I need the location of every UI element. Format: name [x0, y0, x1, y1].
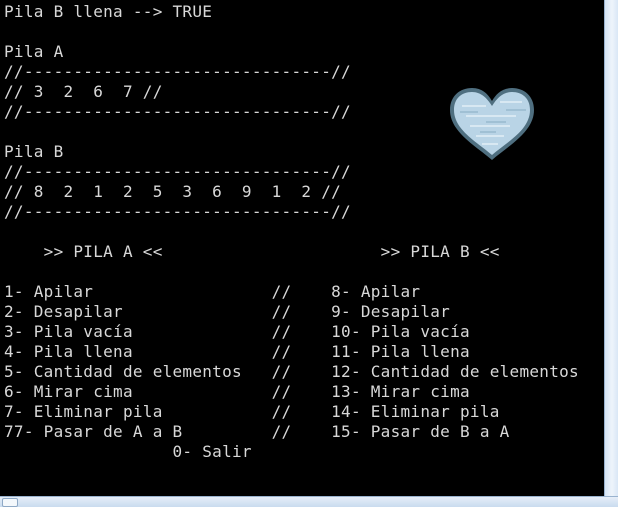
stack-a-title: Pila A [4, 42, 64, 61]
stack-a-contents: // 3 2 6 7 // [4, 82, 163, 101]
console-output: Pila B llena --> TRUE Pila A //---------… [0, 0, 604, 496]
stack-b-border-bottom: //-------------------------------// [4, 202, 351, 221]
stack-b-border-top: //-------------------------------// [4, 162, 351, 181]
stack-b-title: Pila B [4, 142, 64, 161]
menu-option-row: 5- Cantidad de elementos // 12- Cantidad… [4, 362, 579, 381]
exit-option: 0- Salir [4, 442, 252, 461]
menu-option-row: 6- Mirar cima // 13- Mirar cima [4, 382, 470, 401]
menu-option-row: 4- Pila llena // 11- Pila llena [4, 342, 470, 361]
stack-b-contents: // 8 2 1 2 5 3 6 9 1 2 // [4, 182, 342, 201]
heart-icon [450, 88, 534, 160]
stack-a-border-top: //-------------------------------// [4, 62, 351, 81]
vertical-scrollbar[interactable] [604, 0, 618, 496]
menu-option-row: 2- Desapilar // 9- Desapilar [4, 302, 451, 321]
menu-option-row: 7- Eliminar pila // 14- Eliminar pila [4, 402, 500, 421]
menu-option-row: 77- Pasar de A a B // 15- Pasar de B a A [4, 422, 510, 441]
horizontal-scrollbar[interactable] [0, 496, 618, 507]
menu-headers: >> PILA A << >> PILA B << [4, 242, 500, 261]
status-line: Pila B llena --> TRUE [4, 2, 213, 21]
menu-option-row: 1- Apilar // 8- Apilar [4, 282, 421, 301]
menu-option-row: 3- Pila vacía // 10- Pila vacía [4, 322, 470, 341]
stack-a-border-bottom: //-------------------------------// [4, 102, 351, 121]
